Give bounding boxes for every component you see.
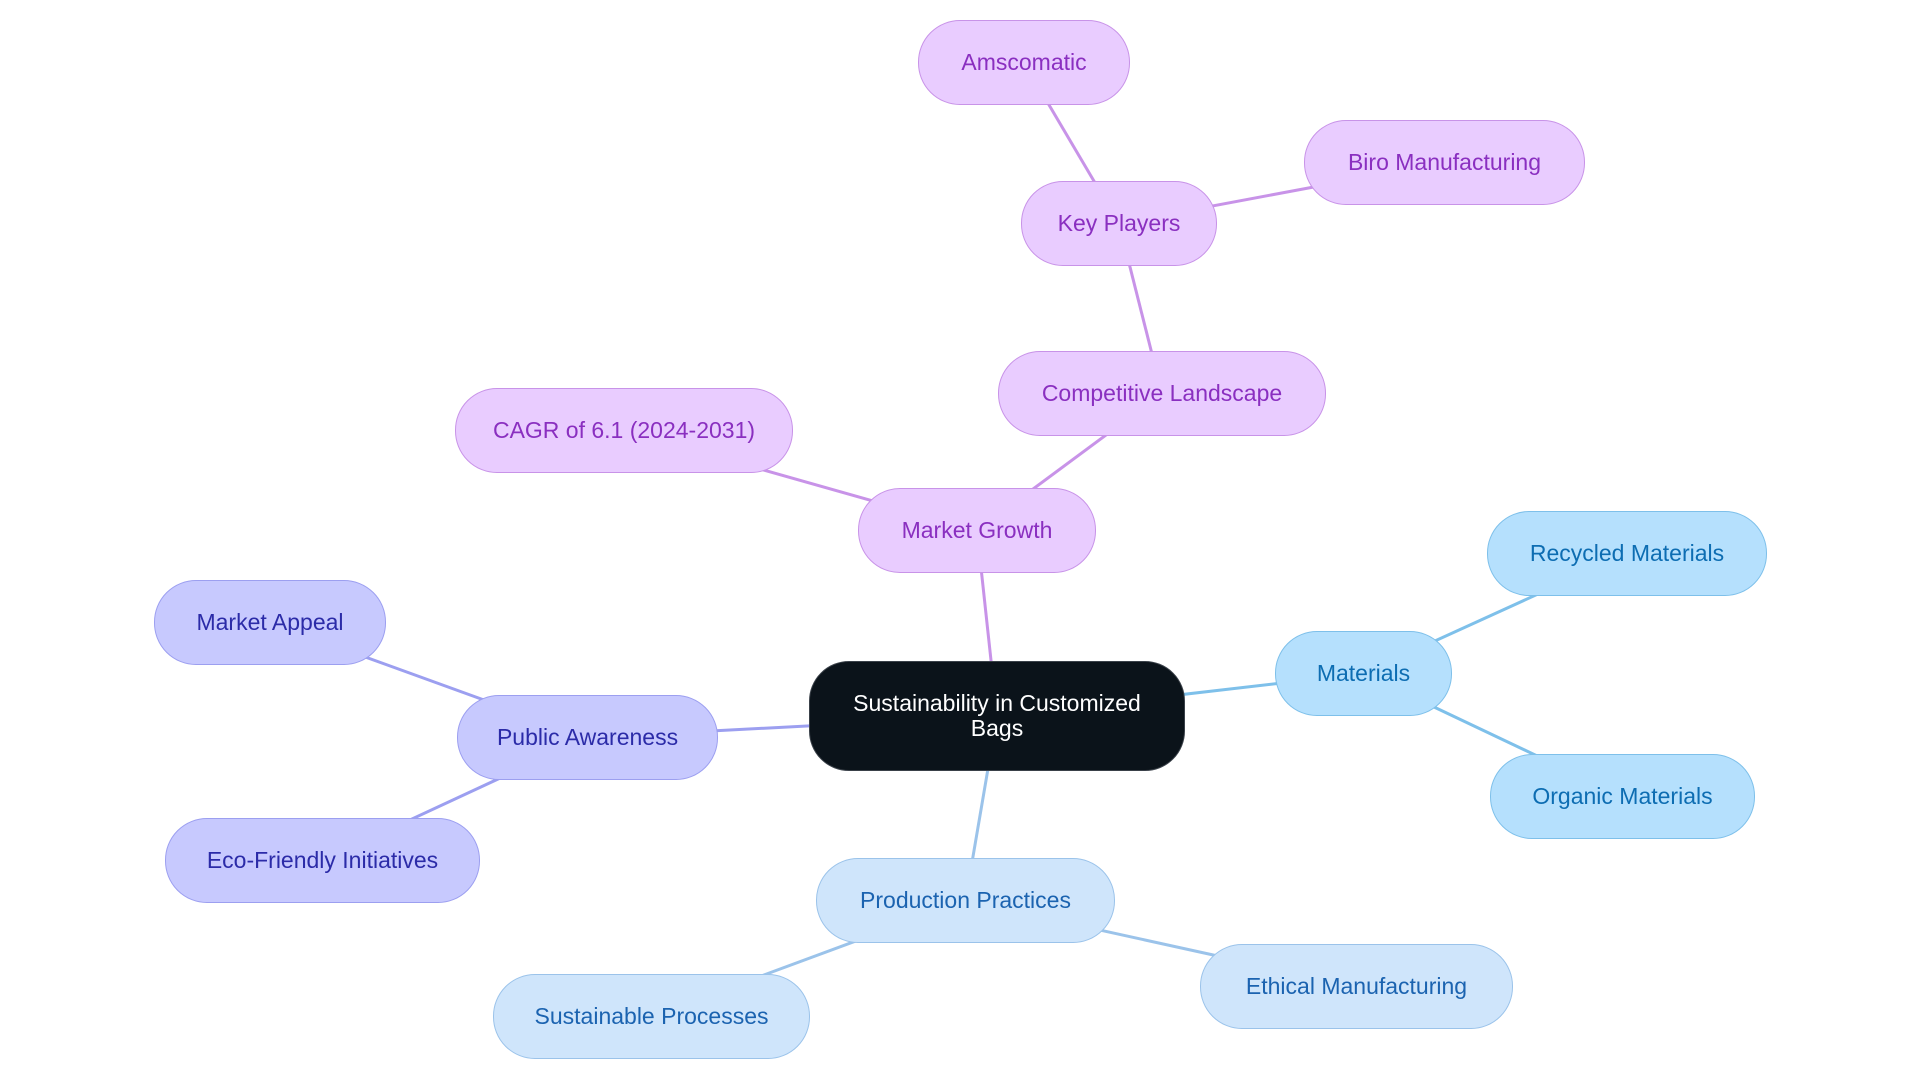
node-organic-materials[interactable]: Organic Materials — [1490, 754, 1755, 839]
node-label: Key Players — [1057, 210, 1181, 236]
node-market-growth[interactable]: Market Growth — [858, 488, 1096, 573]
node-label: Market Growth — [901, 517, 1053, 543]
node-label: Ethical Manufacturing — [1245, 973, 1468, 999]
node-label: Public Awareness — [496, 724, 679, 750]
node-label: Biro Manufacturing — [1347, 149, 1542, 175]
node-label: Eco-Friendly Initiatives — [206, 847, 439, 873]
node-label: Sustainable Processes — [534, 1003, 769, 1029]
node-recycled-materials[interactable]: Recycled Materials — [1487, 511, 1767, 596]
node-label: Competitive Landscape — [1041, 380, 1283, 406]
node-label: CAGR of 6.1 (2024-2031) — [492, 417, 756, 443]
node-sustainable-processes[interactable]: Sustainable Processes — [493, 974, 810, 1059]
node-label: Recycled Materials — [1529, 540, 1725, 566]
node-production-practices[interactable]: Production Practices — [816, 858, 1115, 943]
node-public-awareness[interactable]: Public Awareness — [457, 695, 718, 780]
node-competitive-landscape[interactable]: Competitive Landscape — [998, 351, 1326, 436]
node-ethical-manufacturing[interactable]: Ethical Manufacturing — [1200, 944, 1513, 1029]
node-root[interactable]: Sustainability in Customized Bags — [809, 661, 1185, 771]
node-label: Production Practices — [860, 887, 1071, 913]
node-label: Sustainability in Customized Bags — [853, 690, 1141, 741]
node-market-appeal[interactable]: Market Appeal — [154, 580, 386, 665]
node-label: Market Appeal — [196, 609, 344, 635]
node-amscomatic[interactable]: Amscomatic — [918, 20, 1130, 105]
node-eco-friendly-initiatives[interactable]: Eco-Friendly Initiatives — [165, 818, 480, 903]
node-label: Organic Materials — [1532, 783, 1713, 809]
node-biro-manufacturing[interactable]: Biro Manufacturing — [1304, 120, 1585, 205]
node-label: Materials — [1316, 660, 1411, 686]
node-cagr[interactable]: CAGR of 6.1 (2024-2031) — [455, 388, 793, 473]
node-key-players[interactable]: Key Players — [1021, 181, 1217, 266]
node-materials[interactable]: Materials — [1275, 631, 1452, 716]
node-label: Amscomatic — [961, 49, 1087, 75]
